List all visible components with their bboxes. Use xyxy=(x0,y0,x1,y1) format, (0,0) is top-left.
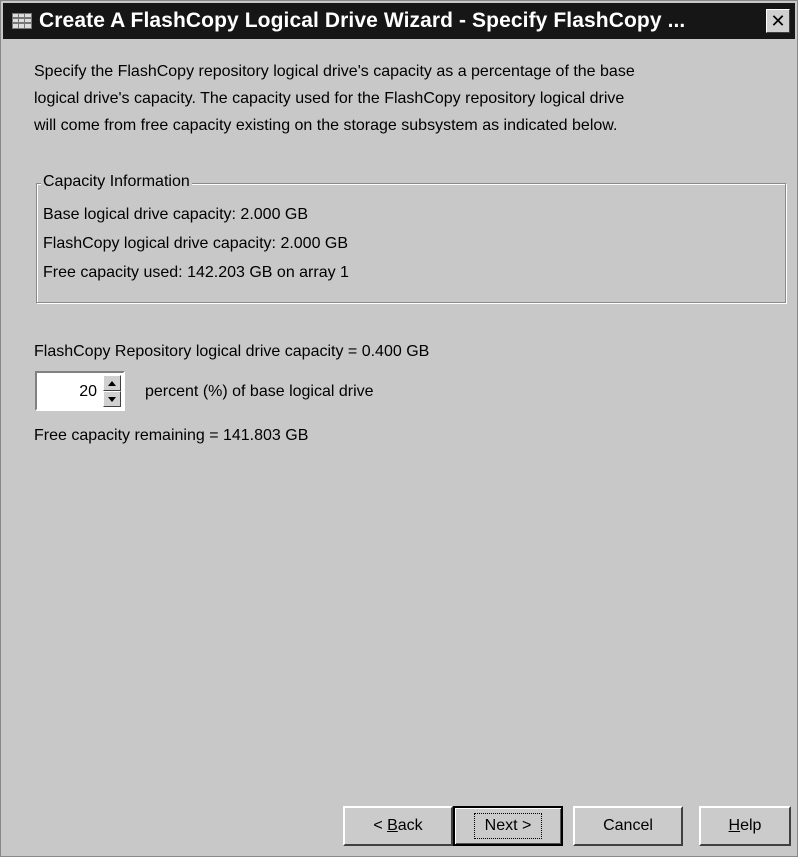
free-capacity-remaining-text: Free capacity remaining = 141.803 GB xyxy=(34,427,309,444)
window-title: Create A FlashCopy Logical Drive Wizard … xyxy=(39,9,686,32)
arrow-down-icon[interactable] xyxy=(103,391,121,407)
wizard-app-icon xyxy=(12,12,32,30)
back-button-prefix: < xyxy=(373,817,388,834)
intro-line-2: logical drive's capacity. The capacity u… xyxy=(34,90,625,107)
help-button-mnemonic: H xyxy=(728,817,741,834)
repository-capacity-text: FlashCopy Repository logical drive capac… xyxy=(34,343,430,360)
flashcopy-capacity-text: FlashCopy logical drive capacity: 2.000 … xyxy=(43,235,349,252)
help-button[interactable]: Help xyxy=(699,806,791,846)
percent-spinner[interactable]: 20 xyxy=(35,371,125,411)
back-button-rest: ack xyxy=(397,817,423,834)
next-button-label: Next > xyxy=(473,813,543,839)
close-icon[interactable]: ✕ xyxy=(766,9,790,33)
intro-line-1: Specify the FlashCopy repository logical… xyxy=(34,63,635,80)
percent-label: percent (%) of base logical drive xyxy=(145,383,374,400)
cancel-button[interactable]: Cancel xyxy=(573,806,683,846)
capacity-information-group: Capacity Information Base logical drive … xyxy=(36,173,786,303)
percent-value[interactable]: 20 xyxy=(79,383,97,401)
base-capacity-text: Base logical drive capacity: 2.000 GB xyxy=(43,206,309,223)
intro-line-3: will come from free capacity existing on… xyxy=(34,117,618,134)
cancel-button-label: Cancel xyxy=(603,817,653,834)
help-button-rest: elp xyxy=(740,817,762,834)
back-button[interactable]: < Back xyxy=(343,806,453,846)
next-button[interactable]: Next > xyxy=(453,806,563,846)
arrow-up-icon[interactable] xyxy=(103,375,121,391)
wizard-window: Create A FlashCopy Logical Drive Wizard … xyxy=(0,0,798,857)
capacity-information-legend: Capacity Information xyxy=(41,173,192,191)
intro-text: Specify the FlashCopy repository logical… xyxy=(34,58,784,139)
back-button-mnemonic: B xyxy=(387,817,398,834)
free-capacity-used-text: Free capacity used: 142.203 GB on array … xyxy=(43,264,349,281)
title-bar[interactable]: Create A FlashCopy Logical Drive Wizard … xyxy=(3,3,795,39)
